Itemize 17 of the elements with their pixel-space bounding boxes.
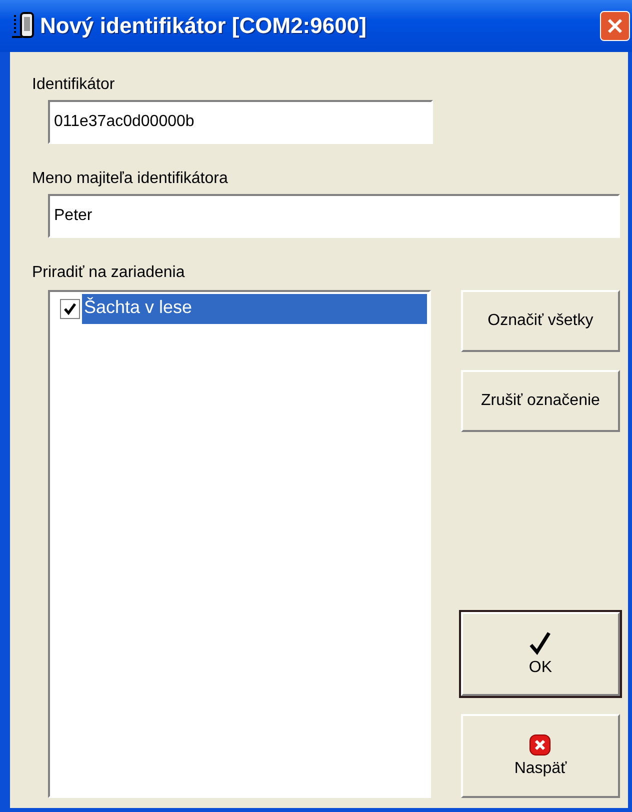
back-button[interactable]: Naspäť (460, 714, 620, 798)
owner-field[interactable]: Peter (48, 194, 620, 238)
checkbox[interactable] (60, 299, 80, 319)
list-item[interactable]: Šachta v lese (82, 294, 427, 324)
field-label: Identifikátor (32, 76, 115, 94)
list-action-button[interactable]: Zrušiť označenie (460, 370, 620, 432)
list-label: Priradiť na zariadenia (32, 264, 185, 282)
ok-button[interactable]: OK (460, 612, 620, 696)
checkmark-icon (529, 631, 552, 655)
field-label: Meno majiteľa identifikátora (32, 170, 228, 188)
device-icon (10, 11, 36, 41)
error-icon (529, 734, 552, 756)
close-icon (606, 17, 624, 35)
list-action-button[interactable]: Označiť všetky (460, 290, 620, 352)
identifier-field[interactable]: 011e37ac0d00000b (48, 100, 433, 144)
close-button[interactable] (600, 11, 630, 41)
window-title: Nový identifikátor [COM2:9600] (40, 13, 368, 39)
